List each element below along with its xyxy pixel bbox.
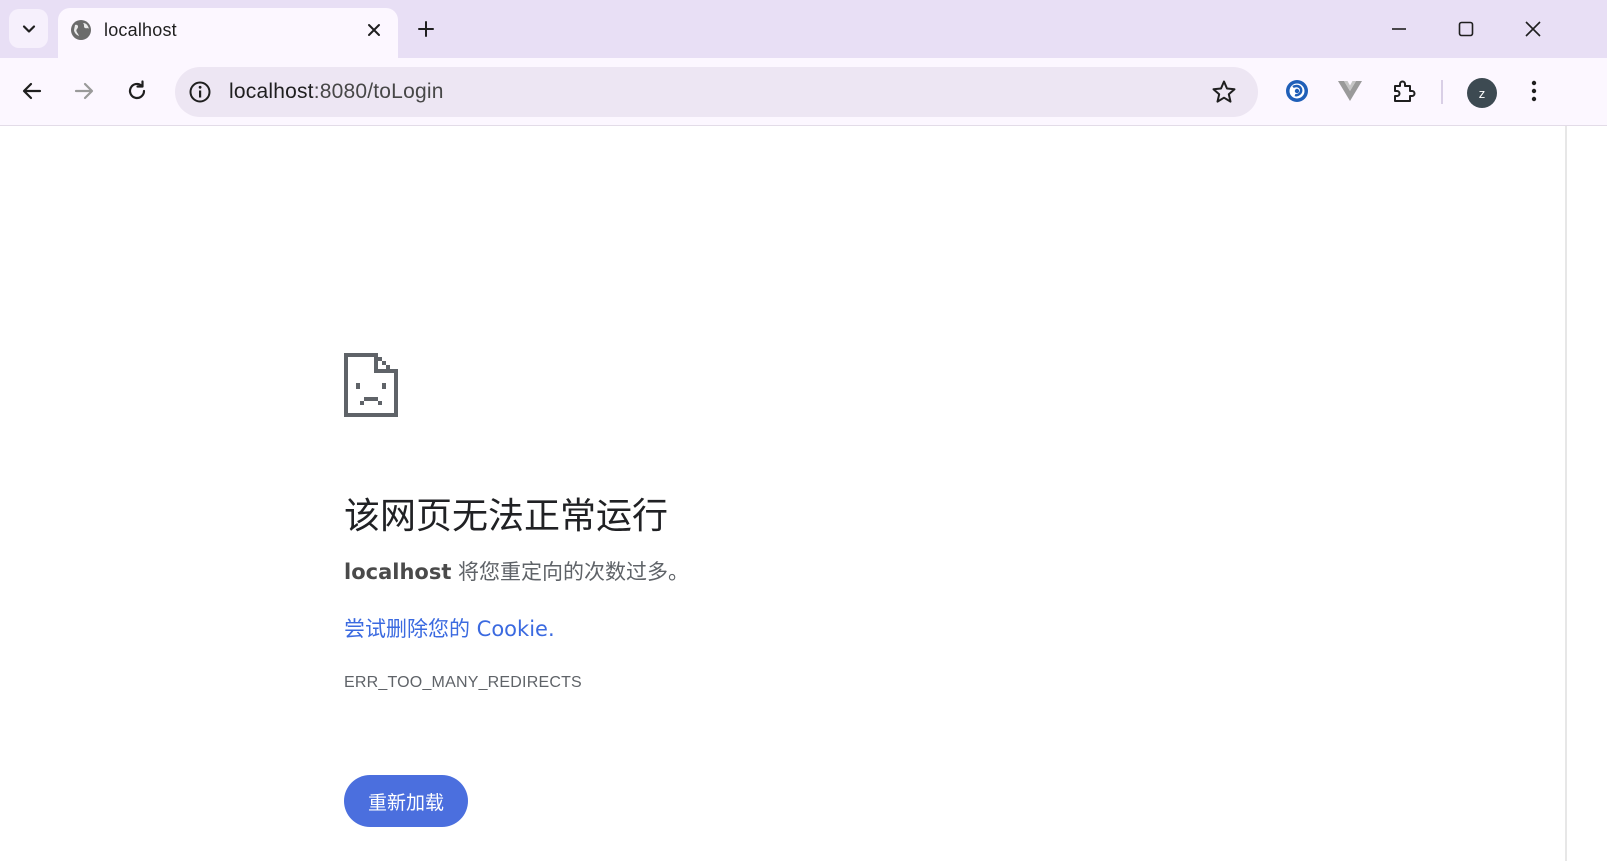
extension-button-2[interactable]	[1334, 75, 1366, 107]
tab-strip: localhost	[0, 0, 1607, 58]
more-vertical-icon	[1531, 80, 1537, 102]
refresh-icon	[128, 80, 146, 100]
profile-avatar[interactable]: z	[1467, 78, 1497, 108]
window-edge	[1565, 126, 1567, 861]
chevron-down-icon	[22, 24, 35, 33]
suggestion: 尝试删除您的 Cookie.	[344, 613, 555, 643]
error-heading: 该网页无法正常运行	[344, 496, 669, 537]
info-icon[interactable]	[188, 80, 212, 104]
url-path: :8080/toLogin	[313, 80, 444, 103]
tab-active[interactable]: localhost	[58, 8, 398, 58]
extension-button-1[interactable]	[1281, 75, 1313, 107]
puzzle-icon	[1394, 80, 1416, 102]
tab-title: localhost	[104, 20, 177, 40]
url-host: localhost	[229, 80, 314, 103]
vue-logo-icon	[1338, 81, 1362, 101]
tab-search-button[interactable]	[9, 9, 48, 48]
extension-logo-icon	[1286, 80, 1308, 102]
close-icon	[368, 24, 380, 36]
address-bar[interactable]: localhost:8080/toLogin	[175, 67, 1258, 117]
clear-cookies-link[interactable]: 尝试删除您的 Cookie	[344, 617, 548, 641]
toolbar: localhost:8080/toLogin z	[0, 58, 1607, 126]
sad-page-icon	[344, 353, 398, 417]
arrow-right-icon	[74, 82, 94, 100]
maximize-icon	[1458, 21, 1474, 37]
reload-button[interactable]: 重新加载	[344, 775, 468, 827]
maximize-button[interactable]	[1451, 14, 1481, 44]
back-button[interactable]	[16, 75, 48, 107]
plus-icon	[418, 21, 434, 37]
forward-button[interactable]	[68, 75, 100, 107]
browser-window: localhost localhost:8080/toLogin z 该网页无法…	[0, 0, 1607, 861]
close-icon	[1525, 21, 1541, 37]
minimize-icon	[1392, 28, 1406, 30]
new-tab-button[interactable]	[413, 16, 439, 42]
globe-icon	[71, 20, 91, 40]
arrow-left-icon	[22, 82, 42, 100]
window-close-button[interactable]	[1518, 14, 1548, 44]
star-icon[interactable]	[1211, 79, 1237, 105]
extensions-menu-button[interactable]	[1388, 75, 1420, 107]
suggestion-suffix: .	[547, 617, 555, 641]
reload-toolbar-button[interactable]	[121, 75, 153, 107]
tab-close-button[interactable]	[362, 18, 386, 42]
error-summary-text: 将您重定向的次数过多。	[451, 560, 690, 584]
menu-button[interactable]	[1518, 75, 1550, 107]
minimize-button[interactable]	[1384, 14, 1414, 44]
toolbar-divider	[1441, 80, 1443, 104]
error-summary: localhost 将您重定向的次数过多。	[344, 556, 689, 586]
error-code: ERR_TOO_MANY_REDIRECTS	[344, 674, 582, 691]
url-text[interactable]: localhost:8080/toLogin	[229, 80, 444, 104]
page-content	[0, 127, 1565, 861]
error-host: localhost	[344, 560, 452, 584]
